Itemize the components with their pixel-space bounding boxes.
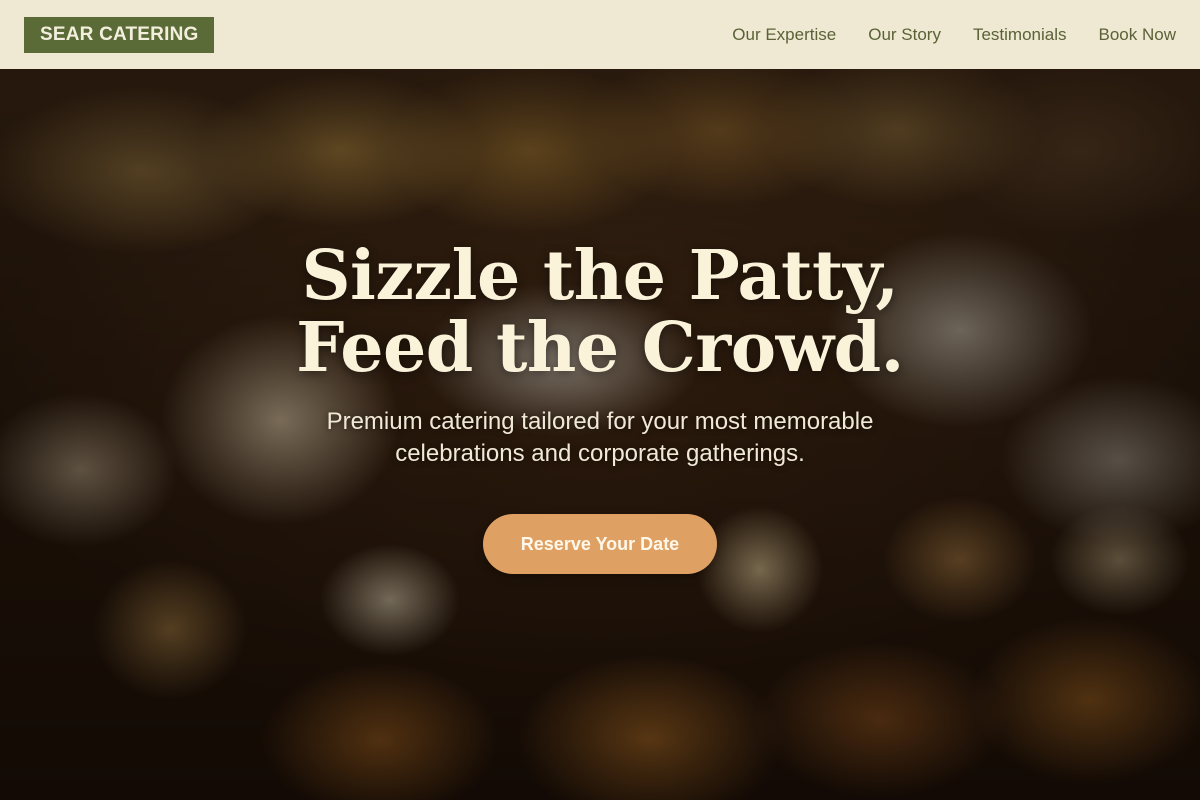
page: SEAR CATERING Our Expertise Our Story Te… — [0, 0, 1200, 800]
nav-link-book-now[interactable]: Book Now — [1099, 25, 1176, 45]
hero-title-line-1: Sizzle the Patty, — [301, 236, 899, 316]
hero-subtitle-line-2: celebrations and corporate gatherings. — [395, 440, 805, 467]
nav-link-our-expertise[interactable]: Our Expertise — [732, 25, 836, 45]
hero-title: Sizzle the Patty, Feed the Crowd. — [0, 240, 1200, 384]
nav-link-testimonials[interactable]: Testimonials — [973, 25, 1067, 45]
reserve-date-button[interactable]: Reserve Your Date — [483, 514, 717, 574]
brand-logo[interactable]: SEAR CATERING — [24, 16, 215, 53]
hero-title-line-2: Feed the Crowd. — [296, 308, 904, 388]
hero-subtitle-line-1: Premium catering tailored for your most … — [326, 408, 874, 435]
hero-section: Sizzle the Patty, Feed the Crowd. Premiu… — [0, 240, 1200, 574]
main-nav: Our Expertise Our Story Testimonials Boo… — [732, 25, 1176, 45]
hero-subtitle: Premium catering tailored for your most … — [0, 406, 1200, 470]
nav-link-our-story[interactable]: Our Story — [868, 25, 941, 45]
top-navbar: SEAR CATERING Our Expertise Our Story Te… — [0, 0, 1200, 69]
